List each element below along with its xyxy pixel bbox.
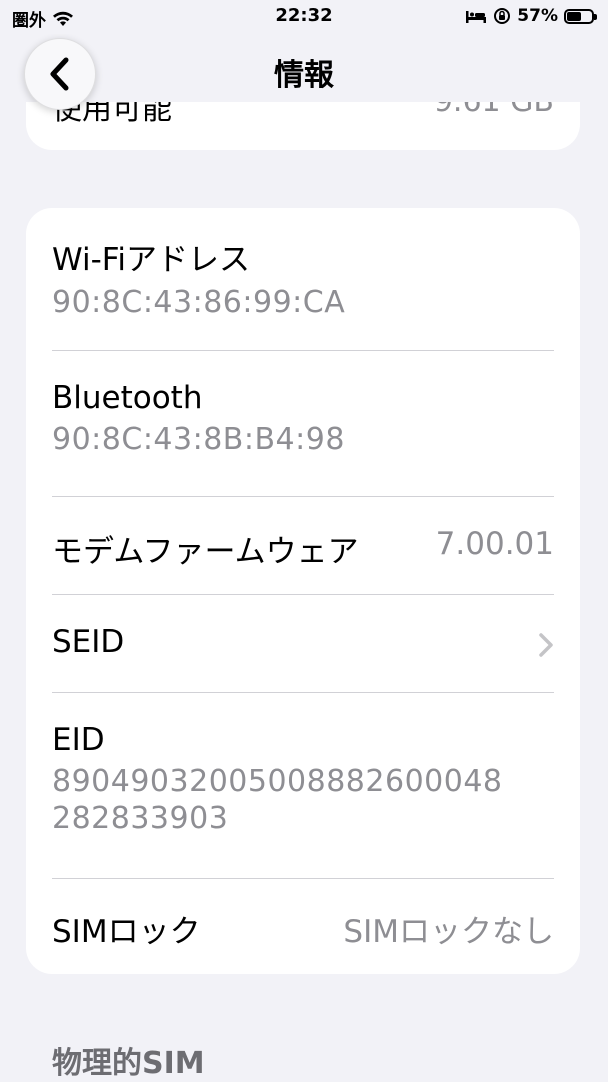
eid-row[interactable]: EID 89049032005008882600048 282833903 [52, 722, 554, 836]
orientation-lock-icon [494, 8, 511, 24]
eid-value-line2: 282833903 [52, 801, 229, 836]
sim-lock-row[interactable]: SIMロック SIMロックなし [52, 906, 554, 950]
divider [52, 496, 554, 497]
wifi-address-row[interactable]: Wi-Fiアドレス 90:8C:43:86:99:CA [52, 234, 554, 320]
sim-lock-value: SIMロックなし [343, 914, 554, 950]
bluetooth-row[interactable]: Bluetooth 90:8C:43:8B:B4:98 [52, 380, 554, 457]
network-info-card: Wi-Fiアドレス 90:8C:43:86:99:CA Bluetooth 90… [26, 208, 580, 974]
battery-fill [567, 11, 581, 21]
status-bar: 圏外 22:32 57% [0, 0, 608, 34]
modem-firmware-value: 7.00.01 [435, 526, 554, 562]
sim-lock-label: SIMロック [52, 914, 201, 950]
battery-icon [564, 8, 597, 24]
eid-label: EID [52, 722, 105, 758]
divider [52, 692, 554, 693]
seid-row[interactable]: SEID [52, 624, 554, 668]
navigation-bar: 情報 [0, 34, 608, 110]
divider [52, 594, 554, 595]
divider [52, 878, 554, 879]
modem-firmware-row[interactable]: モデムファームウェア 7.00.01 [52, 526, 554, 570]
wifi-address-value: 90:8C:43:86:99:CA [52, 285, 346, 320]
physical-sim-section-header: 物理的SIM [52, 1046, 205, 1081]
bed-icon [466, 11, 487, 23]
divider [52, 350, 554, 351]
page-title: 情報 [274, 58, 334, 93]
chevron-right-icon [539, 633, 553, 657]
seid-label: SEID [52, 624, 125, 660]
wifi-address-label: Wi-Fiアドレス [52, 242, 250, 278]
bluetooth-label: Bluetooth [52, 380, 203, 416]
modem-firmware-label: モデムファームウェア [52, 534, 359, 570]
battery-percent: 57% [517, 6, 558, 26]
eid-value-line1: 89049032005008882600048 [52, 764, 503, 799]
bluetooth-address-value: 90:8C:43:8B:B4:98 [52, 422, 345, 457]
